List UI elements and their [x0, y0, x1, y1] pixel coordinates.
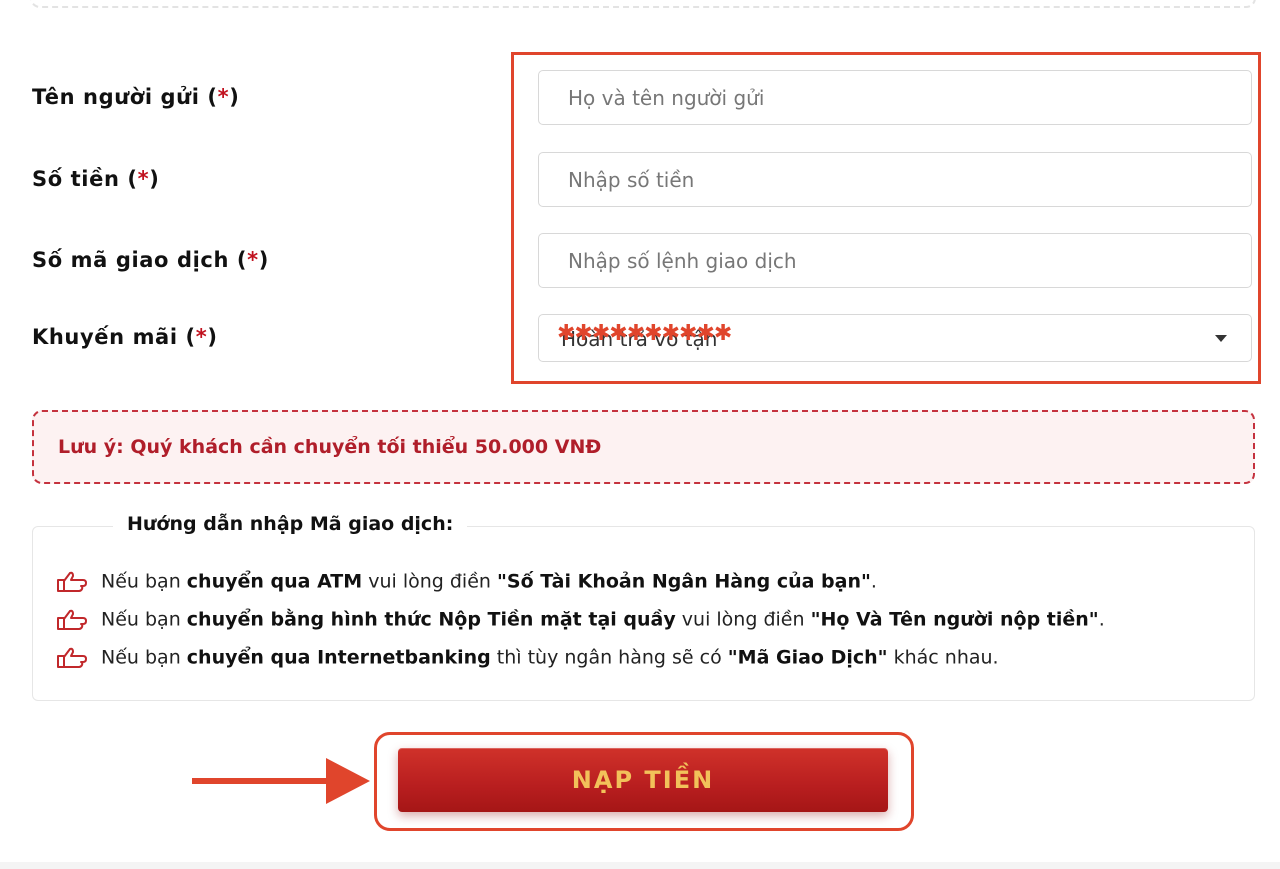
pointing-hand-icon [57, 647, 87, 668]
arrow-right-icon [192, 758, 370, 804]
guide-text: Nếu bạn [101, 646, 187, 669]
required-mark: * [137, 167, 150, 191]
guide-emphasis: chuyển qua Internetbanking [186, 646, 491, 669]
deposit-form-card: Tên người gửi (*) Số tiền (*) Số mã giao… [0, 0, 1280, 862]
promotion-select[interactable]: Hoàn trả vô tận ✱✱✱✱✱✱✱✱✱✱ [538, 314, 1252, 362]
notice-text: Lưu ý: Quý khách cần chuyển tối thiểu 50… [58, 436, 602, 458]
transaction-code-label: Số mã giao dịch (*) [32, 248, 269, 272]
amount-label: Số tiền (*) [32, 167, 160, 191]
sender-name-input[interactable] [538, 70, 1252, 125]
sender-name-label: Tên người gửi (*) [32, 85, 240, 109]
guide-text: Nếu bạn [101, 608, 187, 631]
pointing-hand-icon [57, 571, 87, 592]
promotion-selected-value: Hoàn trả vô tận [561, 327, 718, 351]
required-mark: * [217, 85, 230, 109]
transaction-code-input[interactable] [538, 233, 1252, 288]
chevron-down-icon[interactable] [1215, 335, 1227, 342]
guide-text: . [870, 570, 877, 593]
guide-title: Hướng dẫn nhập Mã giao dịch: [113, 513, 468, 535]
guide-item: Nếu bạn chuyển qua ATM vui lòng điền "Số… [55, 569, 877, 595]
deposit-button[interactable]: NẠP TIỀN [398, 748, 888, 812]
guide-emphasis: "Số Tài Khoản Ngân Hàng của bạn" [496, 570, 871, 593]
sender-name-label-text: Tên người gửi [32, 85, 200, 109]
promotion-label: Khuyến mãi (*) [32, 325, 218, 349]
required-mark: * [247, 248, 259, 272]
guide-text: vui lòng điền [362, 570, 497, 593]
amount-input[interactable] [538, 152, 1252, 207]
guide-emphasis: chuyển bằng hình thức Nộp Tiền mặt tại q… [186, 608, 676, 631]
transaction-code-guide: Hướng dẫn nhập Mã giao dịch: Nếu bạn chu… [32, 513, 1255, 701]
guide-item: Nếu bạn chuyển qua Internetbanking thì t… [55, 645, 999, 671]
minimum-transfer-notice: Lưu ý: Quý khách cần chuyển tối thiểu 50… [32, 410, 1255, 484]
amount-label-text: Số tiền [32, 167, 120, 191]
guide-text: vui lòng điền [675, 608, 811, 631]
guide-emphasis: chuyển qua ATM [186, 570, 363, 593]
previous-section-border [30, 0, 1256, 8]
pointing-hand-icon [57, 609, 87, 630]
guide-emphasis: "Họ Và Tên người nộp tiền" [810, 608, 1099, 631]
guide-text: . [1098, 608, 1105, 631]
transaction-code-label-text: Số mã giao dịch [32, 248, 229, 272]
guide-emphasis: "Mã Giao Dịch" [727, 646, 888, 669]
required-mark: * [195, 325, 208, 349]
guide-text: khác nhau. [887, 646, 999, 669]
guide-text: thì tùy ngân hàng sẽ có [490, 646, 728, 669]
guide-text: Nếu bạn [101, 570, 187, 593]
guide-item: Nếu bạn chuyển bằng hình thức Nộp Tiền m… [55, 607, 1105, 633]
promotion-label-text: Khuyến mãi [32, 325, 178, 349]
